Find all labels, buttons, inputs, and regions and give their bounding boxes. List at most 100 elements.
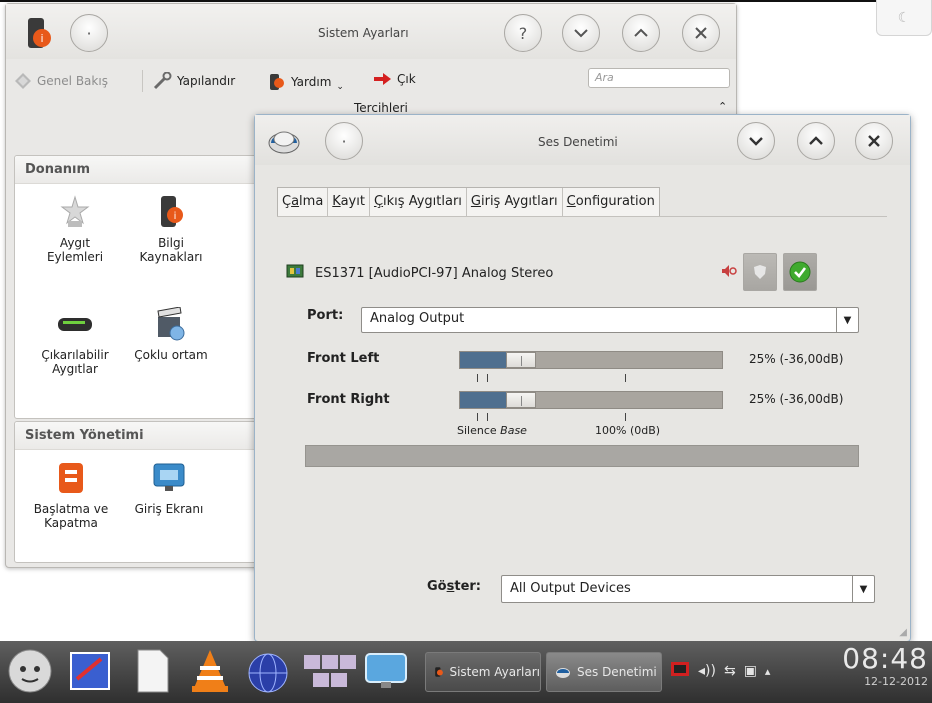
module-label: Başlatma ve Kapatma [33, 502, 109, 530]
minimize-button[interactable] [737, 122, 775, 160]
module-startup-shutdown[interactable]: Başlatma ve Kapatma [23, 460, 119, 530]
module-removable-devices[interactable]: Çıkarılabilir Aygıtlar [27, 306, 123, 376]
system-settings-titlebar[interactable]: i · Sistem Ayarları ? [6, 4, 736, 59]
tab-playback[interactable]: Çalma [278, 188, 329, 217]
mute-speaker-icon[interactable] [721, 264, 737, 281]
network-icon[interactable]: ⇆ [724, 663, 736, 679]
maximize-button[interactable] [797, 122, 835, 160]
value-front-right: 25% (-36,00dB) [749, 392, 844, 406]
show-desktop-icon[interactable] [362, 647, 410, 695]
window-title: Ses Denetimi [538, 135, 618, 149]
minimize-button[interactable] [562, 14, 600, 52]
svg-text:i: i [40, 32, 43, 45]
device-controls [721, 253, 817, 291]
peak-meter-bar [305, 445, 859, 467]
on-all-desktops-button[interactable]: · [325, 122, 363, 160]
sound-control-titlebar[interactable]: · Ses Denetimi [255, 115, 910, 165]
module-label: Bilgi Kaynakları [139, 236, 203, 264]
task-label: Sistem Ayarları [449, 665, 540, 679]
document-launcher-icon[interactable] [128, 647, 176, 695]
module-label: Çıkarılabilir Aygıtlar [41, 348, 109, 376]
device-name: ES1371 [AudioPCI-97] Analog Stereo [315, 265, 554, 281]
help-menu-button[interactable]: Yardım ⌄ [268, 72, 344, 92]
preferences-label: Tercihleri [354, 101, 408, 115]
quit-label: Çık [397, 72, 416, 86]
collapse-up-icon[interactable]: ⌃ [718, 100, 727, 113]
overview-label: Genel Bakış [37, 74, 108, 88]
slider-handle[interactable] [506, 392, 536, 408]
module-label: Aygıt Eylemleri [46, 236, 104, 264]
module-multimedia[interactable]: Çoklu ortam [123, 306, 219, 362]
port-value: Analog Output [370, 311, 465, 326]
configure-label: Yapılandır [177, 74, 236, 88]
port-row: Port: [307, 308, 343, 323]
svg-text:i: i [174, 211, 177, 222]
desktop-pager[interactable] [302, 647, 358, 695]
hardware-group: Donanım Aygıt Eylemleri i Bilgi Kaynakla… [14, 155, 260, 419]
dropdown-arrow-icon: ▼ [836, 308, 858, 332]
check-icon [789, 261, 811, 283]
clock-date: 12-12-2012 [864, 675, 928, 688]
help-label: Yardım [291, 75, 332, 89]
task-label: Ses Denetimi [577, 665, 657, 679]
device-actions-icon [57, 194, 93, 230]
system-settings-task-icon [435, 667, 443, 677]
lock-channels-button[interactable] [743, 253, 777, 291]
module-device-actions[interactable]: Aygıt Eylemleri [27, 194, 123, 264]
slider-front-left[interactable] [459, 351, 723, 369]
quit-button[interactable]: Çık [374, 72, 416, 86]
sound-card-icon [285, 261, 305, 285]
tab-output-devices[interactable]: Çıkış Aygıtları [370, 188, 467, 217]
task-system-settings[interactable]: Sistem Ayarları [425, 652, 541, 692]
module-label: Giriş Ekranı [134, 502, 204, 516]
top-edge [0, 0, 876, 2]
tab-configuration[interactable]: Configuration [563, 188, 659, 217]
show-devices-select[interactable]: All Output Devices ▼ [501, 575, 875, 603]
wrench-icon [153, 72, 172, 90]
clock-time: 08:48 [842, 642, 928, 675]
digital-clock[interactable]: 08:48 12-12-2012 [842, 642, 928, 689]
vlc-launcher-icon[interactable] [186, 647, 234, 695]
dropdown-arrow-icon: ▼ [852, 576, 874, 602]
group-title: Sistem Yönetimi [25, 428, 144, 443]
resize-grip-icon[interactable]: ◢ [899, 627, 907, 638]
task-sound-control[interactable]: Ses Denetimi [546, 652, 662, 692]
search-input[interactable]: Ara [588, 68, 730, 88]
channel-label-front-left: Front Left [307, 351, 380, 366]
tab-input-devices[interactable]: Giriş Aygıtları [467, 188, 563, 217]
volume-knob-icon[interactable] [267, 125, 301, 159]
web-browser-launcher-icon[interactable] [244, 647, 292, 695]
volume-icon[interactable]: ◂)) [698, 663, 716, 679]
help-button[interactable]: ? [504, 14, 542, 52]
module-login-screen[interactable]: Giriş Ekranı [121, 460, 217, 516]
text-editor-launcher-icon[interactable] [66, 647, 114, 695]
slider-handle[interactable] [506, 352, 536, 368]
tab-recording[interactable]: Kayıt [328, 188, 370, 217]
on-all-desktops-button[interactable]: · [70, 14, 108, 52]
startup-shutdown-icon [53, 460, 89, 496]
app-menu-icon[interactable]: i [20, 16, 54, 50]
info-sources-icon: i [153, 194, 189, 230]
configure-button[interactable]: Yapılandır [152, 72, 235, 90]
default-device-button[interactable] [783, 253, 817, 291]
overview-button[interactable]: Genel Bakış [14, 72, 108, 90]
slider-fill [460, 392, 506, 408]
close-button[interactable] [682, 14, 720, 52]
close-button[interactable] [855, 122, 893, 160]
shield-icon [754, 265, 766, 279]
application-launcher-icon[interactable] [6, 647, 54, 695]
module-info-sources[interactable]: i Bilgi Kaynakları [123, 194, 219, 264]
tray-app-icon[interactable] [670, 661, 690, 681]
quit-arrow-icon [374, 73, 391, 85]
overview-icon [15, 73, 31, 89]
tab-bar: Çalma Kayıt Çıkış Aygıtları Giriş Aygıtl… [277, 187, 660, 217]
help-icon [270, 74, 284, 90]
device-notifier-icon[interactable]: ▣ [744, 663, 757, 679]
module-label: Çoklu ortam [134, 348, 208, 362]
desktop-toolbox-icon[interactable]: ☾ [876, 0, 932, 36]
removable-device-icon [57, 306, 93, 342]
port-select[interactable]: Analog Output ▼ [361, 307, 859, 333]
slider-front-right[interactable] [459, 391, 723, 409]
tray-expand-icon[interactable]: ▴ [765, 665, 771, 678]
maximize-button[interactable] [622, 14, 660, 52]
